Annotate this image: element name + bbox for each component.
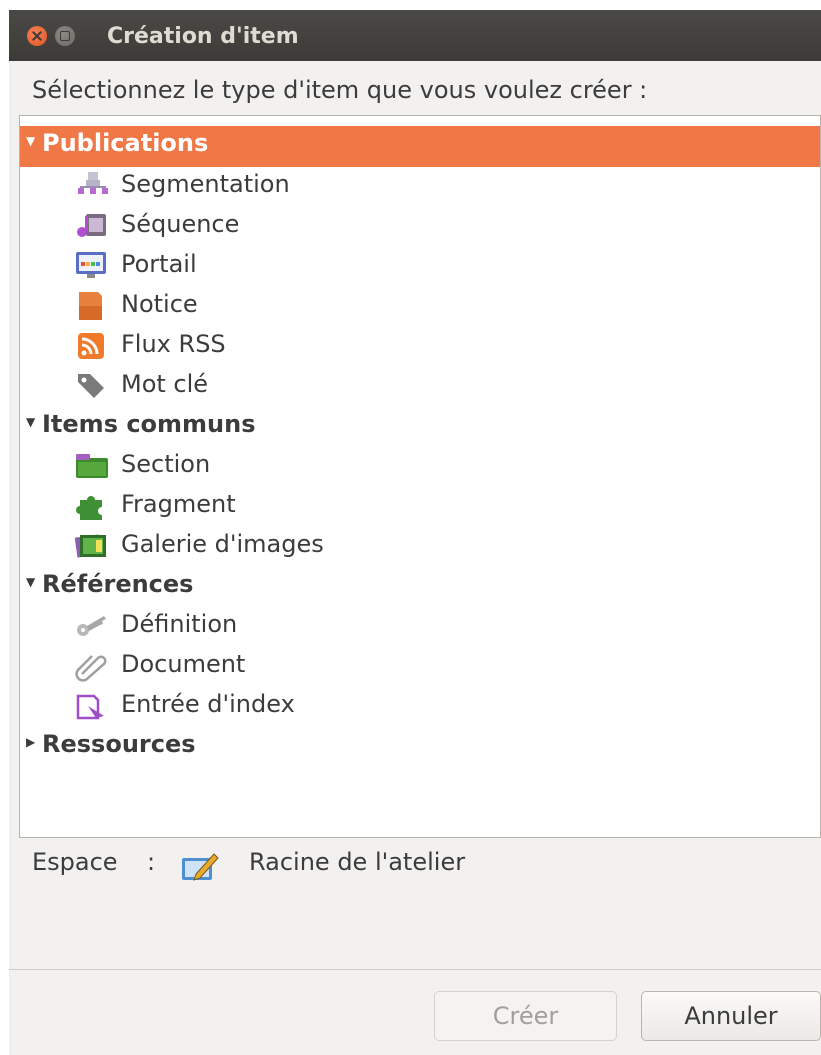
- expand-triangle-icon[interactable]: ▼: [26, 575, 35, 589]
- create-button[interactable]: Créer: [434, 991, 617, 1041]
- tree-item-entree-index[interactable]: Entrée d'index: [20, 687, 820, 727]
- category-ressources[interactable]: ▶ Ressources: [20, 727, 820, 767]
- category-references[interactable]: ▼ Références: [20, 567, 820, 607]
- notice-icon: [79, 292, 102, 320]
- workshop-edit-icon: [182, 853, 219, 881]
- puzzle-icon: [76, 496, 102, 520]
- collapse-triangle-icon[interactable]: ▶: [26, 735, 35, 749]
- dialog-window: Création d'item Sélectionnez le type d'i…: [9, 10, 821, 1055]
- item-label: Document: [121, 650, 246, 678]
- gallery-icon: [74, 534, 106, 558]
- item-label: Mot clé: [121, 370, 209, 398]
- category-label: Publications: [42, 129, 209, 157]
- tree-item-document[interactable]: Document: [20, 647, 820, 687]
- item-label: Notice: [121, 290, 198, 318]
- cancel-button[interactable]: Annuler: [641, 991, 821, 1041]
- title-bar[interactable]: Création d'item: [9, 10, 821, 61]
- item-type-tree[interactable]: ▼ Publications Segmentation Séquence Por…: [19, 115, 821, 838]
- category-label: Ressources: [42, 730, 196, 758]
- tree-item-flux-rss[interactable]: Flux RSS: [20, 327, 820, 367]
- tree-item-definition[interactable]: Définition: [20, 607, 820, 647]
- item-label: Portail: [121, 250, 197, 278]
- segmentation-icon: [78, 172, 108, 194]
- category-label: Références: [42, 570, 194, 598]
- key-icon: [77, 616, 106, 636]
- item-label: Séquence: [121, 210, 240, 238]
- item-label: Entrée d'index: [121, 690, 295, 718]
- rss-icon: [78, 333, 104, 359]
- paperclip-icon: [75, 655, 107, 682]
- close-button[interactable]: [27, 26, 47, 46]
- space-row: Espace : Racine de l'atelier: [32, 848, 812, 888]
- item-label: Flux RSS: [121, 330, 226, 358]
- item-label: Segmentation: [121, 170, 290, 198]
- tree-item-segmentation[interactable]: Segmentation: [20, 167, 820, 207]
- item-label: Galerie d'images: [121, 530, 324, 558]
- tree-item-portail[interactable]: Portail: [20, 247, 820, 287]
- tree-item-sequence[interactable]: Séquence: [20, 207, 820, 247]
- expand-triangle-icon[interactable]: ▼: [26, 415, 35, 429]
- footer-divider: [9, 969, 821, 970]
- item-label: Définition: [121, 610, 238, 638]
- category-items-communs[interactable]: ▼ Items communs: [20, 407, 820, 447]
- tag-icon: [78, 374, 104, 398]
- item-label: Fragment: [121, 490, 236, 518]
- sequence-icon: [77, 214, 106, 237]
- section-icon: [76, 454, 108, 478]
- space-label: Espace: [32, 848, 118, 876]
- instruction-label: Sélectionnez le type d'item que vous vou…: [32, 76, 648, 104]
- tree-item-galerie[interactable]: Galerie d'images: [20, 527, 820, 567]
- tree-item-mot-cle[interactable]: Mot clé: [20, 367, 820, 407]
- category-label: Items communs: [42, 410, 256, 438]
- tree-item-section[interactable]: Section: [20, 447, 820, 487]
- index-entry-icon: [76, 694, 104, 720]
- minimize-button[interactable]: [55, 26, 75, 46]
- tree-item-fragment[interactable]: Fragment: [20, 487, 820, 527]
- portal-icon: [76, 252, 106, 278]
- item-label: Section: [121, 450, 211, 478]
- space-value: Racine de l'atelier: [249, 848, 466, 876]
- expand-triangle-icon[interactable]: ▼: [26, 134, 35, 148]
- window-title: Création d'item: [107, 24, 299, 49]
- category-publications[interactable]: ▼ Publications: [20, 126, 820, 167]
- space-separator: :: [147, 848, 156, 876]
- tree-item-notice[interactable]: Notice: [20, 287, 820, 327]
